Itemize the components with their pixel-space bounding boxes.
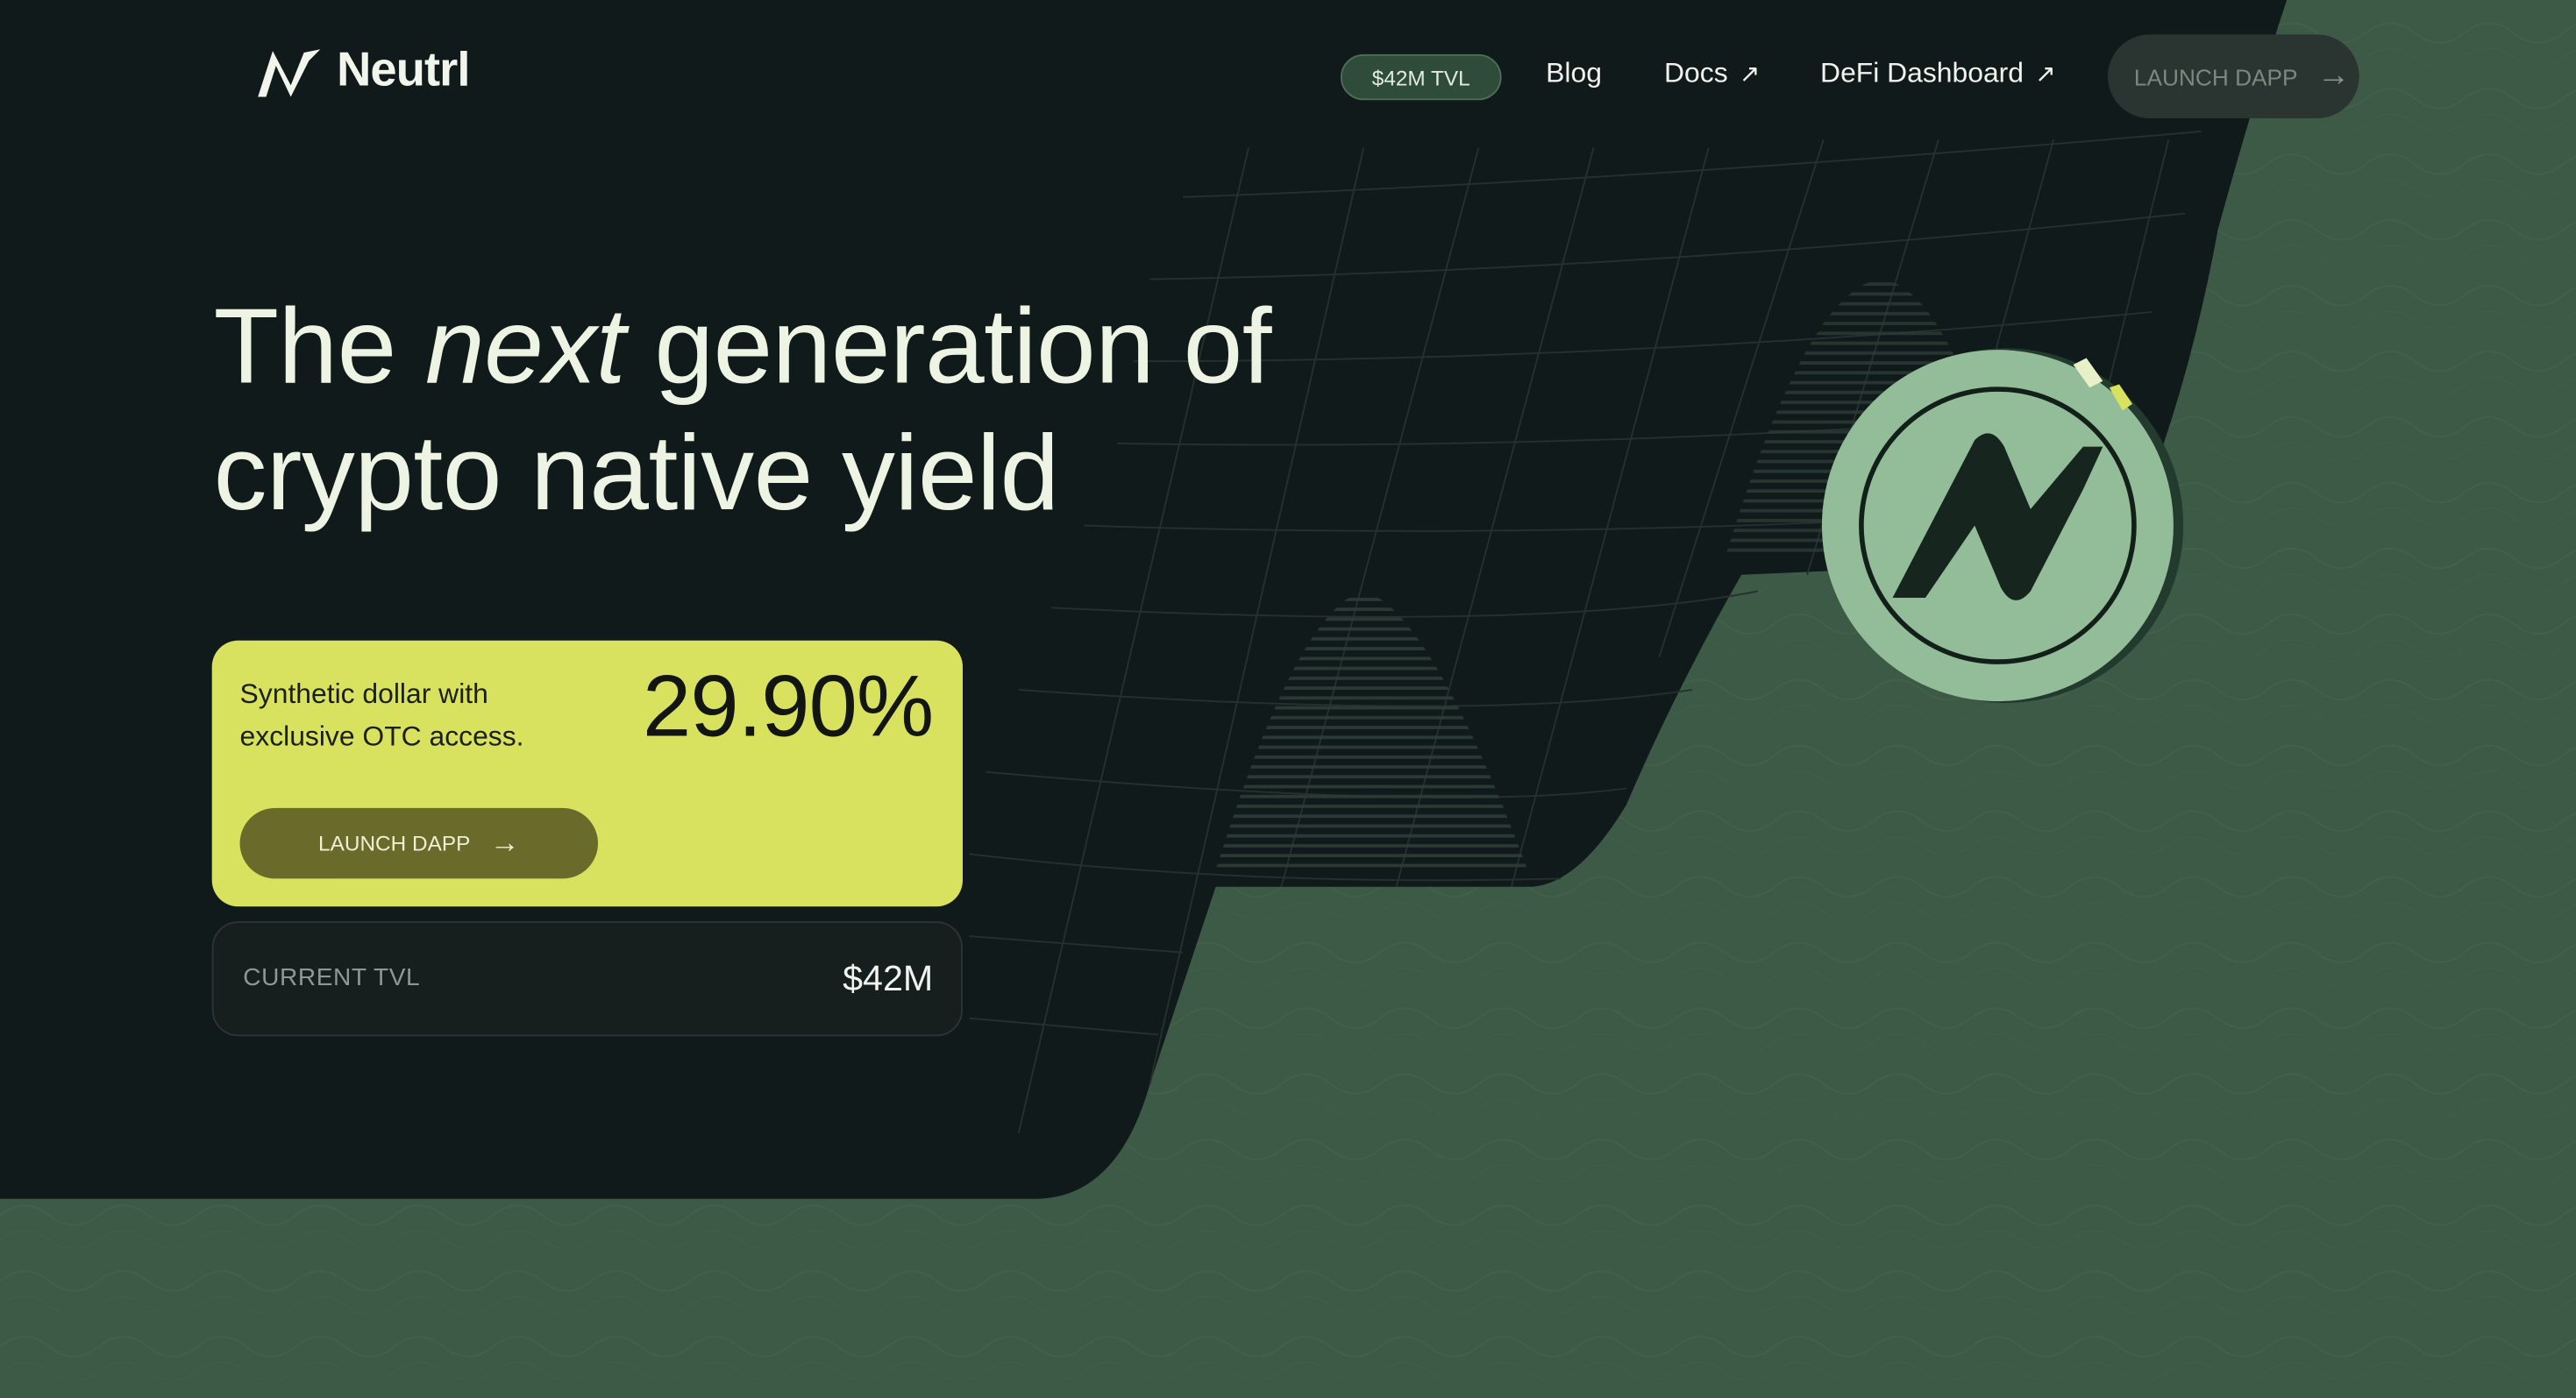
hero-emphasis: next — [425, 286, 626, 406]
hero-heading: The next generation of crypto native yie… — [213, 282, 1272, 536]
coin-logo-icon — [1821, 348, 2184, 703]
apy-description: Synthetic dollar with exclusive OTC acce… — [239, 678, 524, 753]
n-logo-icon — [258, 48, 321, 96]
launch-dapp-button[interactable]: LAUNCH DAPP → — [239, 807, 599, 879]
nav-link-label: Docs — [1664, 57, 1728, 89]
tvl-label: CURRENT TVL — [243, 963, 421, 992]
launch-dapp-label: LAUNCH DAPP — [2133, 63, 2298, 90]
apy-card: Synthetic dollar with exclusive OTC acce… — [211, 640, 963, 907]
launch-dapp-label: LAUNCH DAPP — [318, 831, 471, 856]
external-link-icon: ↗ — [2035, 60, 2056, 89]
nav-link-blog[interactable]: Blog — [1546, 58, 1602, 90]
brand-logo[interactable]: Neutrl — [254, 44, 470, 99]
hero-word: The — [213, 286, 397, 406]
hero-word: generation of — [654, 286, 1272, 406]
nav-link-label: DeFi Dashboard — [1820, 57, 2024, 89]
hero-line-2: crypto native yield — [213, 412, 1060, 533]
tvl-value: $42M — [843, 957, 934, 999]
arrow-right-icon: → — [489, 826, 520, 859]
landing-page: Neutrl $42M TVL Blog Docs ↗ DeFi Dashboa… — [0, 0, 2576, 1398]
tvl-card: CURRENT TVL $42M — [211, 921, 963, 1037]
external-link-icon: ↗ — [1739, 60, 1761, 89]
launch-dapp-nav-button[interactable]: LAUNCH DAPP → — [2107, 34, 2359, 118]
nav-link-docs[interactable]: Docs ↗ — [1664, 58, 1760, 90]
nav-link-defi-dashboard[interactable]: DeFi Dashboard ↗ — [1820, 58, 2056, 90]
tvl-badge: $42M TVL — [1340, 53, 1502, 101]
arrow-right-icon: → — [2317, 57, 2351, 94]
nav-link-label: Blog — [1546, 57, 1602, 89]
brand-name: Neutrl — [337, 44, 470, 97]
apy-value: 29.90% — [643, 658, 934, 756]
